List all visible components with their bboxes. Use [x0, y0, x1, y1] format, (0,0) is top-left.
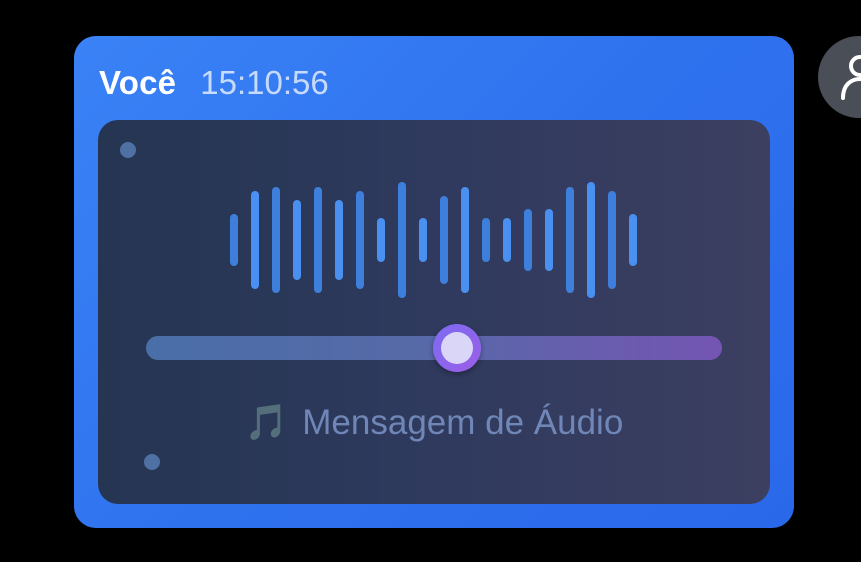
- waveform-bar: [335, 199, 343, 280]
- audio-label: Mensagem de Áudio: [302, 403, 624, 442]
- waveform-bar: [461, 186, 469, 294]
- audio-caption: 🎵 Mensagem de Áudio: [98, 402, 770, 443]
- waveform-bar: [251, 191, 259, 289]
- waveform-bar: [419, 217, 427, 263]
- avatar[interactable]: [818, 36, 861, 118]
- sender-name: Você: [99, 64, 177, 101]
- waveform-bar: [629, 213, 637, 267]
- waveform-bar: [272, 186, 280, 294]
- waveform-bar: [503, 217, 511, 263]
- message-header: Você 15:10:56: [99, 64, 329, 102]
- chat-stage: Você 15:10:56 🎵 Mensagem de Áudio: [0, 0, 861, 562]
- audio-message-card[interactable]: 🎵 Mensagem de Áudio: [98, 120, 770, 504]
- waveform-bar: [587, 182, 595, 298]
- waveform-bar: [230, 213, 238, 267]
- waveform-bar: [482, 217, 490, 263]
- message-time: 15:10:56: [200, 64, 329, 101]
- audio-waveform: [98, 120, 770, 320]
- user-icon: [841, 55, 861, 100]
- waveform-bar: [293, 199, 301, 280]
- audio-progress-slider[interactable]: [146, 324, 722, 372]
- waveform-bar: [608, 191, 616, 289]
- waveform-bar: [545, 209, 553, 271]
- waveform-bar: [440, 195, 448, 285]
- waveform-bar: [398, 182, 406, 298]
- waveform-bar: [566, 186, 574, 294]
- audio-slider-thumb[interactable]: [433, 324, 482, 372]
- audio-slider-thumb-core: [441, 332, 474, 364]
- decor-dot-bottom: [144, 454, 160, 470]
- waveform-bar: [524, 209, 532, 271]
- waveform-bar: [314, 186, 322, 294]
- message-bubble: Você 15:10:56 🎵 Mensagem de Áudio: [74, 36, 794, 528]
- waveform-bar: [377, 217, 385, 263]
- musical-note-icon: 🎵: [244, 403, 289, 443]
- waveform-bar: [356, 191, 364, 289]
